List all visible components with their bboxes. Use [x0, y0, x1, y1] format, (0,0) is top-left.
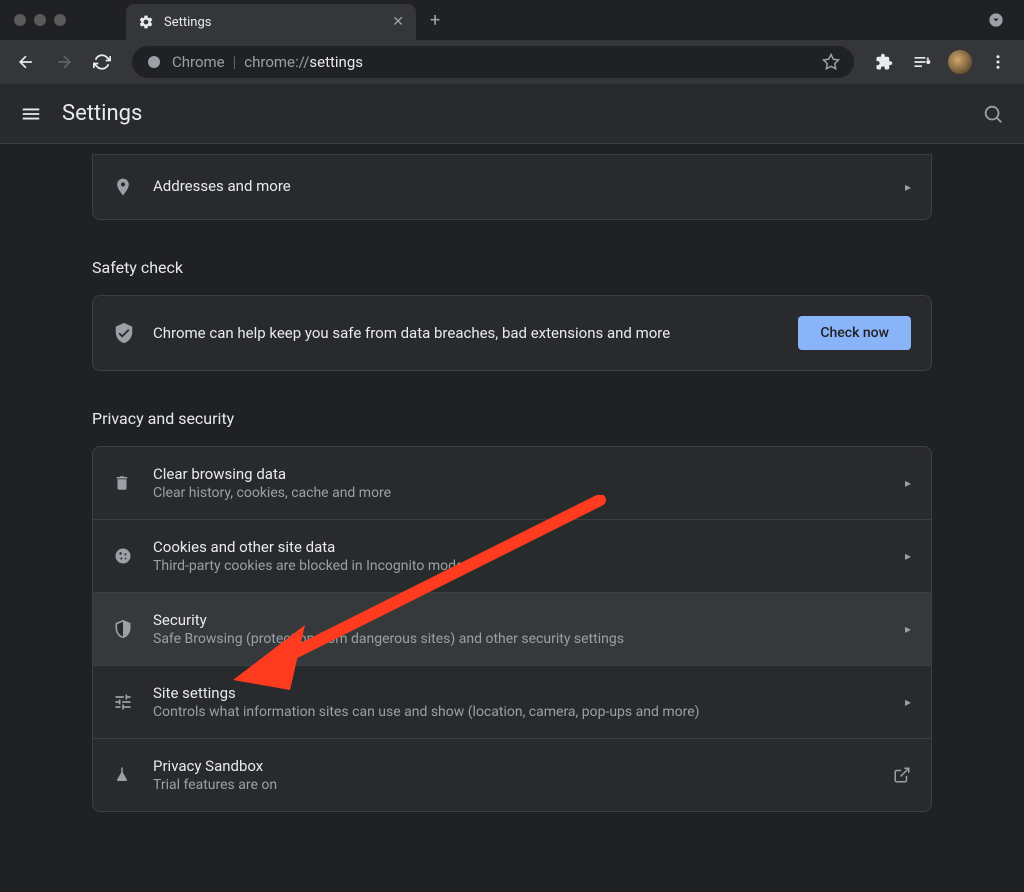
chevron-down-circle-icon[interactable] [988, 12, 1004, 28]
row-subtitle: Clear history, cookies, cache and more [153, 485, 905, 501]
close-tab-icon[interactable]: ✕ [392, 14, 404, 30]
chevron-right-icon: ▸ [905, 695, 911, 709]
back-button[interactable] [10, 46, 42, 78]
external-link-icon [893, 766, 911, 784]
profile-avatar[interactable] [944, 46, 976, 78]
chevron-right-icon: ▸ [905, 622, 911, 636]
row-subtitle: Trial features are on [153, 777, 893, 793]
privacy-sandbox-row[interactable]: Privacy Sandbox Trial features are on [93, 739, 931, 811]
settings-content: Addresses and more ▸ Safety check Chrome… [0, 144, 1024, 892]
shield-icon [113, 619, 153, 639]
search-icon[interactable] [982, 103, 1004, 125]
row-title: Cookies and other site data [153, 538, 905, 556]
row-title: Clear browsing data [153, 465, 905, 483]
page-title: Settings [62, 101, 142, 126]
chevron-right-icon: ▸ [905, 476, 911, 490]
site-settings-row[interactable]: Site settings Controls what information … [93, 666, 931, 739]
row-title: Addresses and more [153, 177, 905, 195]
chevron-right-icon: ▸ [905, 180, 911, 194]
window-titlebar: Settings ✕ + [0, 0, 1024, 40]
trash-icon [113, 474, 153, 492]
site-info-icon[interactable] [146, 54, 162, 70]
clear-browsing-data-row[interactable]: Clear browsing data Clear history, cooki… [93, 447, 931, 520]
safety-check-row: Chrome can help keep you safe from data … [93, 296, 931, 370]
security-row[interactable]: Security Safe Browsing (protection from … [93, 593, 931, 666]
cookies-row[interactable]: Cookies and other site data Third-party … [93, 520, 931, 593]
traffic-lights [14, 14, 66, 26]
safety-check-text: Chrome can help keep you safe from data … [153, 324, 798, 342]
browser-toolbar: Chrome | chrome://settings [0, 40, 1024, 84]
location-pin-icon [113, 177, 153, 197]
address-bar[interactable]: Chrome | chrome://settings [132, 46, 854, 78]
privacy-section-title: Privacy and security [92, 409, 932, 428]
maximize-window-button[interactable] [54, 14, 66, 26]
gear-icon [138, 14, 154, 30]
bookmark-star-icon[interactable] [822, 53, 840, 71]
forward-button[interactable] [48, 46, 80, 78]
row-subtitle: Safe Browsing (protection from dangerous… [153, 631, 905, 647]
row-subtitle: Third-party cookies are blocked in Incog… [153, 558, 905, 574]
hamburger-menu-icon[interactable] [20, 103, 42, 125]
check-now-button[interactable]: Check now [798, 316, 911, 350]
autofill-card: Addresses and more ▸ [92, 154, 932, 220]
row-title: Site settings [153, 684, 905, 702]
extensions-icon[interactable] [868, 46, 900, 78]
menu-kebab-icon[interactable] [982, 46, 1014, 78]
chevron-right-icon: ▸ [905, 549, 911, 563]
url-text: Chrome | chrome://settings [172, 53, 363, 71]
privacy-card: Clear browsing data Clear history, cooki… [92, 446, 932, 812]
sliders-icon [113, 692, 153, 712]
row-subtitle: Controls what information sites can use … [153, 704, 905, 720]
safety-check-section-title: Safety check [92, 258, 932, 277]
shield-check-icon [113, 322, 153, 344]
minimize-window-button[interactable] [34, 14, 46, 26]
settings-header: Settings [0, 84, 1024, 144]
row-title: Privacy Sandbox [153, 757, 893, 775]
new-tab-button[interactable]: + [430, 10, 440, 31]
cookie-icon [113, 546, 153, 566]
media-control-icon[interactable] [906, 46, 938, 78]
reload-button[interactable] [86, 46, 118, 78]
safety-check-card: Chrome can help keep you safe from data … [92, 295, 932, 371]
close-window-button[interactable] [14, 14, 26, 26]
browser-tab[interactable]: Settings ✕ [126, 4, 416, 40]
flask-icon [113, 766, 153, 784]
addresses-row[interactable]: Addresses and more ▸ [93, 155, 931, 219]
row-title: Security [153, 611, 905, 629]
tab-title: Settings [164, 15, 382, 30]
